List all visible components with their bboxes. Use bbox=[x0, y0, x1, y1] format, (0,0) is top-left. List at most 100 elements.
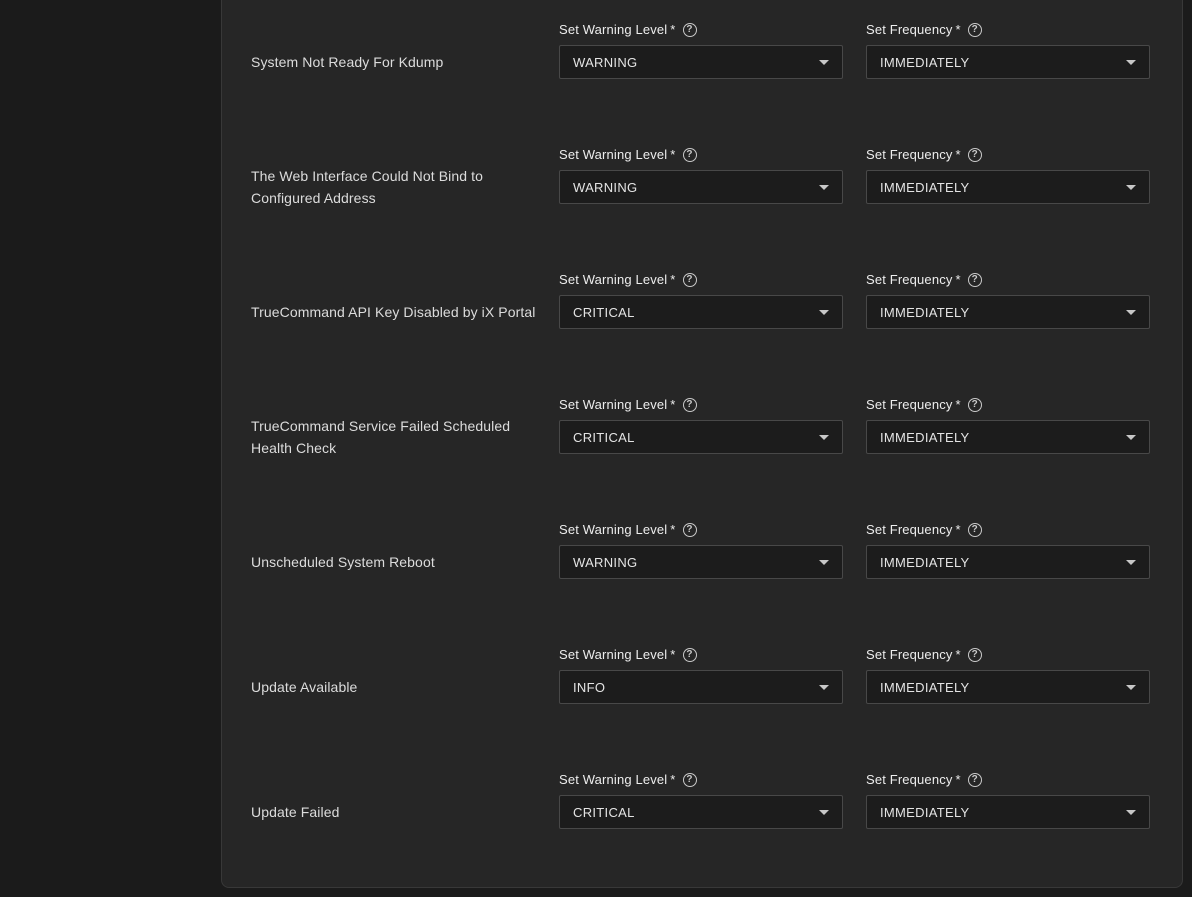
frequency-select[interactable]: IMMEDIATELY bbox=[866, 45, 1150, 79]
help-icon[interactable]: ? bbox=[683, 23, 697, 37]
frequency-select[interactable]: IMMEDIATELY bbox=[866, 670, 1150, 704]
chevron-down-icon bbox=[1126, 185, 1136, 190]
required-marker: * bbox=[670, 522, 675, 537]
frequency-label-text: Set Frequency bbox=[866, 647, 953, 662]
warning-level-select[interactable]: CRITICAL bbox=[559, 420, 843, 454]
frequency-select[interactable]: IMMEDIATELY bbox=[866, 295, 1150, 329]
warning-level-select[interactable]: INFO bbox=[559, 670, 843, 704]
required-marker: * bbox=[670, 397, 675, 412]
warning-level-value: WARNING bbox=[573, 180, 637, 195]
frequency-label: Set Frequency * ? bbox=[866, 772, 1150, 787]
help-icon[interactable]: ? bbox=[683, 398, 697, 412]
warning-level-field: Set Warning Level * ? WARNING bbox=[559, 22, 843, 79]
required-marker: * bbox=[670, 647, 675, 662]
help-icon[interactable]: ? bbox=[968, 648, 982, 662]
warning-level-select[interactable]: CRITICAL bbox=[559, 795, 843, 829]
warning-level-label: Set Warning Level * ? bbox=[559, 22, 843, 37]
warning-level-label: Set Warning Level * ? bbox=[559, 522, 843, 537]
frequency-field: Set Frequency * ? IMMEDIATELY bbox=[866, 272, 1150, 329]
frequency-label-text: Set Frequency bbox=[866, 147, 953, 162]
frequency-value: IMMEDIATELY bbox=[880, 805, 970, 820]
warning-level-value: CRITICAL bbox=[573, 305, 635, 320]
frequency-label: Set Frequency * ? bbox=[866, 397, 1150, 412]
frequency-label: Set Frequency * ? bbox=[866, 22, 1150, 37]
alert-settings-card: System Not Ready For Kdump Set Warning L… bbox=[221, 0, 1183, 888]
help-icon[interactable]: ? bbox=[968, 523, 982, 537]
help-icon[interactable]: ? bbox=[683, 148, 697, 162]
page-background: System Not Ready For Kdump Set Warning L… bbox=[0, 0, 1192, 897]
alert-row: Update Failed Set Warning Level * ? CRIT… bbox=[251, 772, 1153, 852]
alert-row: Update Available Set Warning Level * ? I… bbox=[251, 647, 1153, 727]
required-marker: * bbox=[670, 772, 675, 787]
warning-level-select[interactable]: WARNING bbox=[559, 45, 843, 79]
chevron-down-icon bbox=[1126, 60, 1136, 65]
help-icon[interactable]: ? bbox=[683, 523, 697, 537]
frequency-field: Set Frequency * ? IMMEDIATELY bbox=[866, 522, 1150, 579]
required-marker: * bbox=[670, 272, 675, 287]
alert-name: TrueCommand Service Failed Scheduled Hea… bbox=[251, 397, 543, 477]
chevron-down-icon bbox=[819, 185, 829, 190]
warning-level-select[interactable]: WARNING bbox=[559, 545, 843, 579]
frequency-label-text: Set Frequency bbox=[866, 22, 953, 37]
required-marker: * bbox=[956, 522, 961, 537]
frequency-label-text: Set Frequency bbox=[866, 397, 953, 412]
frequency-field: Set Frequency * ? IMMEDIATELY bbox=[866, 397, 1150, 454]
warning-level-label-text: Set Warning Level bbox=[559, 147, 667, 162]
required-marker: * bbox=[956, 272, 961, 287]
required-marker: * bbox=[956, 397, 961, 412]
help-icon[interactable]: ? bbox=[683, 648, 697, 662]
frequency-label: Set Frequency * ? bbox=[866, 147, 1150, 162]
help-icon[interactable]: ? bbox=[968, 148, 982, 162]
warning-level-value: WARNING bbox=[573, 555, 637, 570]
frequency-label: Set Frequency * ? bbox=[866, 647, 1150, 662]
warning-level-value: CRITICAL bbox=[573, 430, 635, 445]
help-icon[interactable]: ? bbox=[968, 773, 982, 787]
warning-level-value: WARNING bbox=[573, 55, 637, 70]
alert-rows: System Not Ready For Kdump Set Warning L… bbox=[251, 22, 1153, 897]
warning-level-field: Set Warning Level * ? CRITICAL bbox=[559, 272, 843, 329]
help-icon[interactable]: ? bbox=[683, 773, 697, 787]
chevron-down-icon bbox=[1126, 685, 1136, 690]
frequency-value: IMMEDIATELY bbox=[880, 680, 970, 695]
chevron-down-icon bbox=[819, 685, 829, 690]
frequency-select[interactable]: IMMEDIATELY bbox=[866, 795, 1150, 829]
alert-name: TrueCommand API Key Disabled by iX Porta… bbox=[251, 272, 543, 352]
alert-row: The Web Interface Could Not Bind to Conf… bbox=[251, 147, 1153, 227]
chevron-down-icon bbox=[1126, 560, 1136, 565]
frequency-value: IMMEDIATELY bbox=[880, 430, 970, 445]
warning-level-label-text: Set Warning Level bbox=[559, 647, 667, 662]
warning-level-label-text: Set Warning Level bbox=[559, 272, 667, 287]
warning-level-label: Set Warning Level * ? bbox=[559, 147, 843, 162]
warning-level-select[interactable]: WARNING bbox=[559, 170, 843, 204]
warning-level-field: Set Warning Level * ? CRITICAL bbox=[559, 397, 843, 454]
warning-level-label-text: Set Warning Level bbox=[559, 22, 667, 37]
required-marker: * bbox=[956, 772, 961, 787]
frequency-select[interactable]: IMMEDIATELY bbox=[866, 420, 1150, 454]
frequency-value: IMMEDIATELY bbox=[880, 55, 970, 70]
required-marker: * bbox=[956, 147, 961, 162]
frequency-value: IMMEDIATELY bbox=[880, 305, 970, 320]
warning-level-label: Set Warning Level * ? bbox=[559, 272, 843, 287]
chevron-down-icon bbox=[819, 810, 829, 815]
warning-level-label-text: Set Warning Level bbox=[559, 397, 667, 412]
help-icon[interactable]: ? bbox=[683, 273, 697, 287]
warning-level-label: Set Warning Level * ? bbox=[559, 647, 843, 662]
warning-level-field: Set Warning Level * ? CRITICAL bbox=[559, 772, 843, 829]
help-icon[interactable]: ? bbox=[968, 398, 982, 412]
frequency-label-text: Set Frequency bbox=[866, 522, 953, 537]
warning-level-select[interactable]: CRITICAL bbox=[559, 295, 843, 329]
frequency-select[interactable]: IMMEDIATELY bbox=[866, 545, 1150, 579]
help-icon[interactable]: ? bbox=[968, 23, 982, 37]
frequency-field: Set Frequency * ? IMMEDIATELY bbox=[866, 147, 1150, 204]
warning-level-label-text: Set Warning Level bbox=[559, 772, 667, 787]
frequency-label-text: Set Frequency bbox=[866, 772, 953, 787]
chevron-down-icon bbox=[819, 435, 829, 440]
frequency-select[interactable]: IMMEDIATELY bbox=[866, 170, 1150, 204]
help-icon[interactable]: ? bbox=[968, 273, 982, 287]
required-marker: * bbox=[670, 22, 675, 37]
chevron-down-icon bbox=[1126, 310, 1136, 315]
alert-row: Unscheduled System Reboot Set Warning Le… bbox=[251, 522, 1153, 602]
warning-level-field: Set Warning Level * ? INFO bbox=[559, 647, 843, 704]
required-marker: * bbox=[670, 147, 675, 162]
alert-row: TrueCommand API Key Disabled by iX Porta… bbox=[251, 272, 1153, 352]
